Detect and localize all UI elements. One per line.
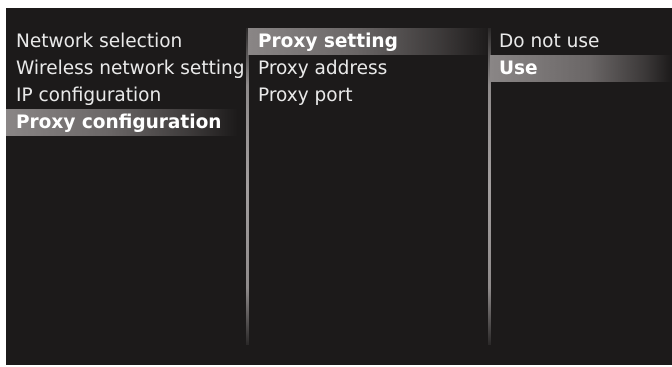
network-menu-column: Network selection Wireless network setti… [6,8,246,353]
menu-item-network-selection[interactable]: Network selection [6,28,182,55]
option-do-not-use[interactable]: Do not use [490,28,599,55]
proxy-submenu-column: Proxy setting Proxy address Proxy port [248,8,490,353]
menu-item-proxy-configuration[interactable]: Proxy configuration [6,109,238,136]
option-use[interactable]: Use [490,55,672,82]
menu-item-wireless-network-setting[interactable]: Wireless network setting [6,55,244,82]
proxy-setting-options-column: Do not use Use [490,8,672,353]
tv-menu-screen: Network selection Wireless network setti… [6,8,672,365]
menu-item-proxy-setting[interactable]: Proxy setting [248,28,490,55]
menu-item-proxy-address[interactable]: Proxy address [248,55,387,82]
menu-item-ip-configuration[interactable]: IP configuration [6,82,161,109]
menu-item-proxy-port[interactable]: Proxy port [248,82,352,109]
